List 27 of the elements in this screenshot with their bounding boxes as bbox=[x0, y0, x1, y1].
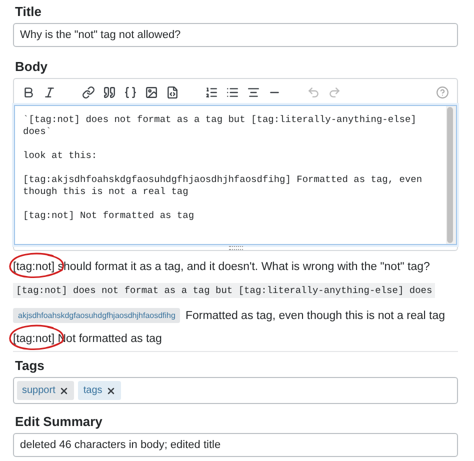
bullet-list-icon[interactable] bbox=[226, 86, 239, 98]
code-snippet-icon[interactable] bbox=[166, 86, 179, 98]
tag-chip[interactable]: tags bbox=[78, 381, 122, 400]
italic-icon[interactable] bbox=[43, 86, 56, 98]
link-icon[interactable] bbox=[82, 86, 95, 98]
code-braces-icon[interactable] bbox=[124, 86, 137, 98]
tags-field[interactable]: support tags bbox=[13, 377, 458, 404]
edit-summary-label: Edit Summary bbox=[15, 414, 104, 429]
preview-text: Formatted as tag, even though this is not a real tag bbox=[185, 310, 445, 322]
body-textarea[interactable]: `[tag:not] does not format as a tag but [tag:literally-anything-else] does` look at this: [tag:akjsdhfoahskdgfaosuhdgfhjaosdhjhfaosdfihg] Formatted as tag, even though this is not a real tag [tag:not] Not formatted as tag bbox=[14, 105, 457, 245]
edit-summary-field[interactable]: deleted 46 characters in body; edited title bbox=[13, 433, 458, 457]
tags-label: Tags bbox=[15, 358, 46, 373]
body-label: Body bbox=[15, 59, 48, 74]
inline-code: [tag:not] does not format as a tag but [tag:literally-anything-else] does bbox=[13, 283, 436, 298]
remove-icon[interactable] bbox=[106, 386, 116, 396]
resize-grip[interactable] bbox=[228, 246, 242, 250]
scrollbar[interactable] bbox=[446, 106, 456, 244]
heading-icon[interactable] bbox=[247, 86, 260, 98]
tag-chip[interactable]: support bbox=[17, 381, 74, 400]
numbered-list-icon[interactable] bbox=[205, 86, 218, 98]
title-label: Title bbox=[15, 4, 42, 19]
remove-icon[interactable] bbox=[59, 386, 70, 396]
title-field[interactable]: Why is the "not" tag not allowed? bbox=[13, 23, 458, 47]
bold-icon[interactable] bbox=[22, 86, 35, 98]
tag-chip[interactable]: akjsdhfoahskdgfaosuhdgfhjaosdhjhfaosdfihg bbox=[13, 308, 180, 323]
quote-icon[interactable] bbox=[103, 86, 116, 98]
image-icon[interactable] bbox=[145, 86, 158, 98]
